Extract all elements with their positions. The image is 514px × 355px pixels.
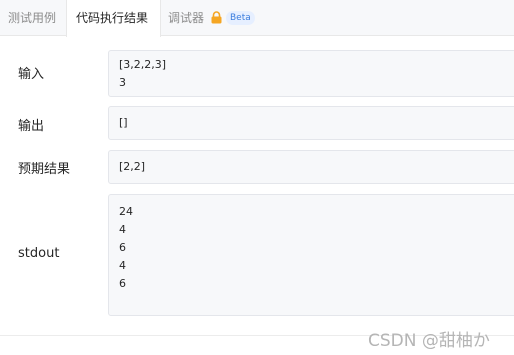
stdout-line: 4 (119, 259, 126, 272)
stdout-line: 6 (119, 277, 126, 290)
output-box: [] (108, 106, 514, 140)
watermark: CSDN @甜柚か (368, 331, 490, 351)
expected-label: 预期结果 (18, 162, 71, 177)
result-tab-bar: 测试用例 代码执行结果 调试器 Beta (0, 0, 514, 37)
expected-box: [2,2] (108, 150, 514, 184)
input-label: 输入 (18, 67, 45, 82)
tab-run-result[interactable]: 代码执行结果 (66, 0, 161, 37)
lock-icon (211, 11, 222, 24)
tab-test-cases[interactable]: 测试用例 (8, 0, 56, 36)
stdout-line: 6 (119, 241, 126, 254)
tab-debugger[interactable]: 调试器 (168, 0, 204, 36)
stdout-line: 4 (119, 223, 126, 236)
expected-line: [2,2] (119, 160, 146, 173)
stdout-line: 24 (119, 205, 133, 218)
output-label: 输出 (18, 119, 45, 134)
stdout-box: 24 4 6 4 6 (108, 194, 514, 316)
output-line: [] (119, 116, 128, 129)
input-box: [3,2,2,3] 3 (108, 50, 514, 97)
beta-badge: Beta (226, 11, 255, 25)
input-line: [3,2,2,3] (119, 58, 167, 71)
input-line: 3 (119, 76, 126, 89)
stdout-label: stdout (18, 246, 60, 261)
